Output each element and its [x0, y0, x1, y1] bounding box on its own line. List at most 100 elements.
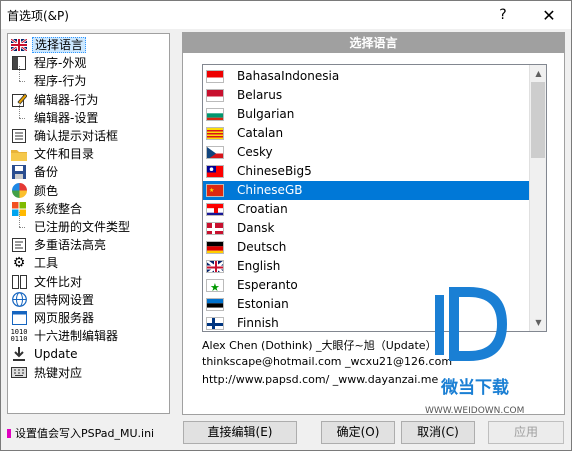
language-item[interactable]: Dansk — [203, 219, 529, 238]
language-name: Dansk — [237, 221, 275, 235]
watermark-url: WWW.WEIDOWN.COM — [425, 406, 524, 416]
tree-item[interactable]: 选择语言 — [8, 36, 87, 54]
language-item[interactable]: Catalan — [203, 124, 529, 143]
tree-item[interactable]: 多重语法高亮 — [8, 236, 108, 254]
tree-item[interactable]: 已注册的文件类型 — [8, 218, 132, 236]
language-name: Estonian — [237, 297, 289, 311]
folder-icon — [11, 146, 27, 162]
tree-item[interactable]: 文件和目录 — [8, 145, 96, 163]
cancel-button[interactable]: 取消(C) — [401, 421, 475, 444]
tree-item-label: 颜色 — [34, 183, 59, 198]
language-name: Belarus — [237, 88, 283, 102]
language-name: ChineseBig5 — [237, 164, 312, 178]
highlight-icon — [11, 237, 27, 253]
window-title: 首选项(&P) — [7, 9, 69, 23]
flag-icon — [206, 203, 224, 216]
language-item[interactable]: ChineseBig5 — [203, 162, 529, 181]
tree-item[interactable]: 程序-外观 — [8, 54, 88, 72]
tree-connector — [19, 81, 25, 83]
weidown-logo-icon — [435, 287, 507, 361]
scroll-up-icon[interactable]: ▲ — [530, 65, 546, 82]
apply-button[interactable]: 应用 — [488, 421, 564, 444]
weidown-watermark: 微当下载 WWW.WEIDOWN.COM — [425, 287, 524, 416]
tree-item[interactable]: 网页服务器 — [8, 309, 96, 327]
tree-item-label: 编辑器-设置 — [34, 110, 99, 125]
note-marker-icon — [7, 428, 11, 438]
tree-item[interactable]: 1010 0110 十六进制编辑器 — [8, 327, 120, 345]
ini-note-text: 设置值会写入PSPad_MU.ini — [15, 427, 155, 440]
tree-connector — [19, 66, 20, 82]
tree-item-label: 选择语言 — [32, 37, 87, 53]
tree-item[interactable]: Update — [8, 345, 79, 363]
edit-directly-button[interactable]: 直接编辑(E) — [183, 421, 297, 444]
translator-credit: Alex Chen (Dothink) _大眼仔~旭（Update） — [202, 339, 437, 352]
language-item[interactable]: Deutsch — [203, 238, 529, 257]
tree-item-label: 十六进制编辑器 — [34, 329, 119, 344]
tree-item-label: 工具 — [34, 256, 59, 271]
tree-item-label: 多重语法高亮 — [34, 238, 107, 253]
language-name: ChineseGB — [237, 183, 303, 197]
help-button[interactable]: ? — [485, 1, 521, 29]
tree-item-label: 系统整合 — [34, 201, 83, 216]
language-name: Esperanto — [237, 278, 298, 292]
compare-icon — [11, 274, 27, 290]
flag-icon — [206, 222, 224, 235]
tree-item[interactable]: 因特网设置 — [8, 291, 96, 309]
tree-item[interactable]: 文件比对 — [8, 273, 84, 291]
tree-item-label: 热键对应 — [34, 365, 83, 380]
close-button[interactable]: ✕ — [531, 1, 567, 29]
tree-connector — [19, 212, 20, 227]
svg-text:★: ★ — [210, 281, 220, 292]
settings-tree[interactable]: 选择语言 程序-外观程序-行为编辑器-行为 编辑器-设置确认提示对话框文件和目录备份… — [7, 33, 170, 414]
tree-item[interactable]: 编辑器-行为 — [8, 91, 100, 109]
flag-icon — [206, 70, 224, 83]
gear-icon: ⚙ — [12, 255, 26, 272]
floppy-icon — [11, 164, 27, 180]
keyboard-icon — [11, 365, 27, 381]
watermark-title: 微当下载 — [440, 377, 509, 398]
tree-item-label: 因特网设置 — [34, 292, 95, 307]
tree-item-label: 网页服务器 — [34, 311, 95, 325]
svg-text:★: ★ — [209, 187, 214, 194]
translator-email: thinkscape@hotmail.com _wcxu21@126.com — [202, 355, 453, 368]
tree-item-label: 确认提示对话框 — [34, 129, 119, 143]
flag-icon — [206, 317, 224, 330]
language-item[interactable]: English — [203, 257, 529, 276]
language-item[interactable]: Croatian — [203, 200, 529, 219]
tree-item-label: 程序-行为 — [34, 74, 87, 89]
binary-icon: 1010 0110 — [10, 328, 28, 344]
flag-icon — [206, 298, 224, 311]
tree-item-label: 文件比对 — [34, 274, 83, 289]
language-name: Catalan — [237, 126, 284, 140]
panel-header: 选择语言 — [183, 33, 564, 53]
tree-item[interactable]: 确认提示对话框 — [8, 127, 120, 145]
ini-note: 设置值会写入PSPad_MU.ini — [7, 425, 154, 441]
flag-icon — [206, 146, 224, 159]
tree-item-label: 编辑器-行为 — [34, 92, 99, 107]
flag-icon: ★ — [206, 184, 224, 197]
language-item[interactable]: Bulgarian — [203, 105, 529, 124]
tree-item[interactable]: 颜色 — [8, 182, 60, 200]
ok-button[interactable]: 确定(O) — [321, 421, 395, 444]
tree-item[interactable]: 热键对应 — [8, 364, 84, 382]
color-wheel-icon — [11, 183, 27, 199]
scrollbar-thumb[interactable] — [531, 82, 545, 158]
preferences-window: 首选项(&P) ? ✕ 选择语言 程序-外观 程序-行为 编辑器-行为 编辑器-设置 确认… — [0, 0, 572, 451]
language-item[interactable]: Belarus — [203, 86, 529, 105]
server-icon — [11, 310, 27, 326]
tree-connector — [19, 102, 20, 118]
tree-item[interactable]: ⚙ 工具 — [8, 254, 60, 272]
language-item[interactable]: Cesky — [203, 143, 529, 162]
flag-icon — [206, 260, 224, 273]
language-name: BahasaIndonesia — [237, 69, 340, 83]
translator-website: http://www.papsd.com/ _www.dayanzai.me — [202, 373, 439, 386]
title-bar: 首选项(&P) ? ✕ — [1, 1, 571, 29]
language-name: Cesky — [237, 145, 273, 159]
language-item[interactable]: ★ ChineseGB — [203, 181, 529, 200]
language-item[interactable]: BahasaIndonesia — [203, 67, 529, 86]
language-name: Croatian — [237, 202, 288, 216]
flag-icon: ★ — [206, 279, 224, 292]
tree-item[interactable]: 备份 — [8, 163, 60, 181]
tree-connector — [19, 117, 25, 119]
tree-item-label: 备份 — [34, 165, 59, 180]
